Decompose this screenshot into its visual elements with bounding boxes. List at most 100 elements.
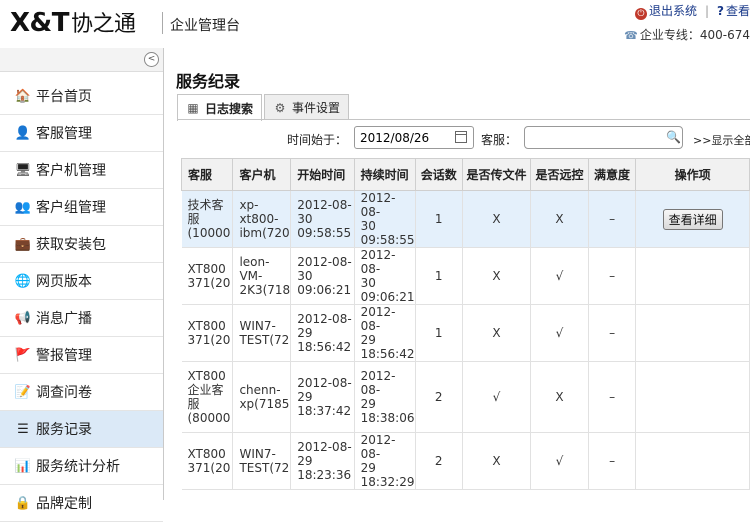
column-header[interactable]: 是否远控 — [530, 158, 589, 191]
sessions-cell: 1 — [415, 190, 463, 248]
table-row[interactable]: 技术客 服 (10000 xp- xt800- ibm(720 2012-08-… — [181, 190, 750, 248]
column-header[interactable]: 客户机 — [232, 158, 292, 191]
actions-cell — [635, 304, 750, 362]
table-icon: ▦ — [187, 101, 199, 115]
page-title: 服务纪录 — [176, 72, 241, 91]
sidebar-item-agents[interactable]: 👤 客服管理 — [0, 115, 163, 152]
megaphone-icon: 📢 — [14, 310, 32, 326]
sessions-cell: 1 — [415, 247, 463, 305]
satisfaction-cell: – — [588, 361, 637, 433]
sidebar-item-statistics[interactable]: 📊 服务统计分析 — [0, 448, 163, 485]
calendar-icon[interactable] — [455, 131, 467, 143]
filter-bar: 时间始于： 客服： 🔍 >>显示全部 — [165, 126, 750, 152]
sidebar-item-label: 调查问卷 — [36, 385, 92, 401]
duration-cell: 2012-08- 30 09:06:21 — [360, 248, 415, 304]
column-header[interactable]: 持续时间 — [353, 158, 416, 191]
start-time-cell: 2012-08- 29 18:23:36 — [297, 440, 352, 482]
logout-label: 退出系统 — [648, 4, 697, 18]
duration-cell: 2012-08- 29 18:32:29 — [360, 433, 415, 489]
agent-label: 客服： — [481, 133, 518, 147]
gear-icon: ⚙ — [274, 100, 286, 115]
hotline-text: 企业专线：400-674 — [639, 28, 750, 42]
sidebar-item-label: 服务记录 — [36, 422, 92, 438]
sidebar-item-installer[interactable]: 💼 获取安装包 — [0, 226, 163, 263]
survey-icon: 📝 — [14, 384, 32, 400]
satisfaction-cell: – — [588, 432, 637, 490]
sidebar-item-label: 获取安装包 — [36, 237, 106, 253]
tab-label: 日志搜索 — [205, 101, 254, 116]
help-link[interactable]: ? 查看 — [717, 4, 750, 18]
sidebar-item-label: 网页版本 — [36, 274, 92, 290]
client-cell: WIN7- TEST(72 — [239, 447, 290, 475]
flag-icon: 🚩 — [14, 347, 32, 363]
table-row[interactable]: XT800 企业客 服 (80000 chenn- xp(7185 2012-0… — [181, 361, 750, 433]
tab-log-search[interactable]: ▦ 日志搜索 — [177, 94, 263, 121]
monitor-icon: 🖥 — [14, 162, 32, 178]
search-icon[interactable]: 🔍 — [666, 130, 681, 144]
start-time-cell: 2012-08- 30 09:58:55 — [297, 198, 352, 240]
service-records-table: 客服 客户机 开始时间 持续时间 会话数 是否传文件 是否远控 满意度 操作项 … — [180, 158, 750, 490]
sidebar-item-home[interactable]: 🏠 平台首页 — [0, 78, 163, 115]
top-links: ⏻ 退出系统 | ? 查看 — [634, 2, 750, 20]
agent-cell: XT800 371(20 — [187, 262, 231, 290]
show-all-link[interactable]: >>显示全部 — [693, 132, 750, 148]
duration-cell: 2012-08- 30 09:58:55 — [360, 191, 415, 247]
table-row[interactable]: XT800 371(20 WIN7- TEST(72 2012-08- 29 1… — [181, 432, 750, 490]
sidebar-item-label: 警报管理 — [36, 348, 92, 364]
file-transfer-cell: X — [462, 247, 532, 305]
column-header[interactable]: 满意度 — [587, 158, 637, 191]
lock-icon: 🔒 — [14, 495, 32, 511]
main-content: 服务纪录 ▦ 日志搜索 ⚙ 事件设置 时间始于： 客服： 🔍 >>显示全部 客服 客… — [165, 48, 750, 500]
column-header[interactable]: 是否传文件 — [461, 158, 532, 191]
sidebar: < 🏠 平台首页 👤 客服管理 🖥 客户机管理 👥 客户组管理 💼 获取安装包 🌐 网页版本… — [0, 48, 164, 522]
start-time-label: 时间始于： — [287, 133, 348, 147]
agent-search-input[interactable] — [524, 126, 683, 149]
start-time-cell: 2012-08- 29 18:56:42 — [297, 312, 352, 354]
remote-control-cell: √ — [530, 247, 589, 305]
column-header[interactable]: 会话数 — [414, 158, 463, 191]
sidebar-item-label: 客服管理 — [36, 126, 92, 142]
logo-divider — [162, 12, 163, 34]
home-icon: 🏠 — [14, 88, 32, 104]
agent-cell: XT800 371(20 — [187, 447, 231, 475]
duration-cell: 2012-08- 29 18:38:06 — [360, 369, 415, 425]
table-row[interactable]: XT800 371(20 WIN7- TEST(72 2012-08- 29 1… — [181, 304, 750, 362]
user-icon: 👤 — [14, 125, 32, 141]
sidebar-item-branding[interactable]: 🔒 品牌定制 — [0, 485, 163, 522]
logo-cn-text: 协之通 — [70, 12, 136, 37]
collapse-sidebar-button[interactable]: < — [144, 52, 159, 67]
column-header[interactable]: 开始时间 — [290, 158, 355, 191]
sidebar-item-survey[interactable]: 📝 调查问卷 — [0, 374, 163, 411]
sidebar-item-service-records[interactable]: ☰ 服务记录 — [0, 411, 163, 448]
sidebar-item-broadcast[interactable]: 📢 消息广播 — [0, 300, 163, 337]
tab-label: 事件设置 — [292, 101, 341, 115]
sessions-cell: 1 — [415, 304, 463, 362]
sidebar-item-client-groups[interactable]: 👥 客户组管理 — [0, 189, 163, 226]
globe-icon: 🌐 — [14, 273, 32, 289]
phone-icon: ☎ — [624, 29, 638, 42]
sidebar-item-clients[interactable]: 🖥 客户机管理 — [0, 152, 163, 189]
client-cell: leon- VM- 2K3(718 — [239, 255, 291, 297]
satisfaction-cell: – — [588, 190, 637, 248]
logout-link[interactable]: ⏻ 退出系统 — [634, 4, 697, 20]
sidebar-collapse-bar: < — [0, 48, 163, 72]
agent-cell: XT800 企业客 服 (80000 — [187, 369, 231, 425]
sidebar-item-alerts[interactable]: 🚩 警报管理 — [0, 337, 163, 374]
view-detail-button[interactable]: 查看详细 — [662, 208, 723, 230]
client-cell: chenn- xp(7185 — [239, 383, 290, 411]
column-header[interactable]: 客服 — [180, 158, 234, 191]
satisfaction-cell: – — [588, 304, 637, 362]
sessions-cell: 2 — [415, 432, 463, 490]
link-divider: | — [704, 4, 710, 18]
sidebar-item-web-version[interactable]: 🌐 网页版本 — [0, 263, 163, 300]
remote-control-cell: √ — [530, 432, 589, 490]
file-transfer-cell: √ — [462, 361, 532, 433]
logo-text: X&T — [10, 8, 69, 38]
tab-event-settings[interactable]: ⚙ 事件设置 — [264, 94, 350, 120]
start-time-cell: 2012-08- 29 18:37:42 — [297, 376, 352, 418]
list-icon: ☰ — [17, 421, 29, 437]
help-label: 查看 — [725, 4, 750, 18]
sidebar-item-label: 服务统计分析 — [36, 459, 120, 475]
sidebar-item-label: 客户组管理 — [36, 200, 106, 216]
table-row[interactable]: XT800 371(20 leon- VM- 2K3(718 2012-08- … — [181, 247, 750, 305]
